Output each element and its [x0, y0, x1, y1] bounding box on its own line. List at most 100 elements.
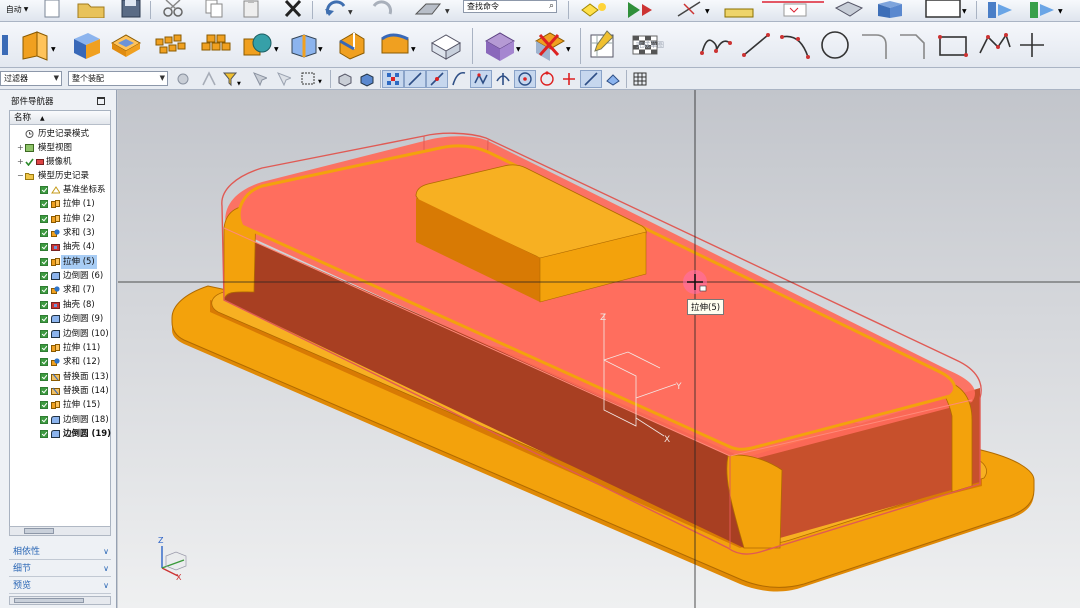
select-all-button[interactable]	[248, 70, 270, 88]
delete-face-button[interactable]: ▼	[528, 28, 576, 62]
redo-button[interactable]	[364, 0, 400, 18]
delete-button[interactable]	[280, 0, 306, 18]
background-button[interactable]: ▼	[922, 0, 970, 18]
checkbox-checked-icon[interactable]	[40, 214, 48, 223]
type-filter-select[interactable]: 过滤器 ▼	[0, 71, 62, 86]
line-button[interactable]	[738, 28, 774, 62]
expand-plus-icon[interactable]: +	[17, 141, 24, 155]
assembly-filter-select[interactable]: 整个装配 ▼	[68, 71, 168, 86]
checkbox-checked-icon[interactable]	[40, 315, 48, 324]
tree-item-feature[interactable]: 边倒圆 (6)	[10, 269, 110, 283]
circle-button[interactable]	[816, 28, 854, 62]
scrollbar-thumb[interactable]	[24, 528, 54, 534]
tree-item-feature[interactable]: 边倒圆 (19)	[10, 427, 111, 441]
chamfer-button[interactable]	[424, 28, 468, 62]
ruler-button[interactable]	[722, 0, 756, 18]
checkbox-checked-icon[interactable]	[40, 186, 48, 194]
profile-button[interactable]	[696, 28, 736, 62]
collapse-minus-icon[interactable]: −	[17, 169, 24, 183]
face-filter-button[interactable]	[334, 70, 356, 88]
tree-item-feature[interactable]: 拉伸 (11)	[10, 341, 110, 355]
block-button[interactable]	[66, 28, 106, 62]
unite-button[interactable]: ▼	[238, 28, 286, 62]
deselect-button[interactable]	[272, 70, 294, 88]
tree-item-feature[interactable]: 边倒圆 (18)	[10, 413, 110, 427]
tree-item-feature[interactable]: 替换面 (14)	[10, 384, 110, 398]
next-view-button[interactable]: ▼	[1024, 0, 1070, 18]
save-button[interactable]	[116, 0, 146, 18]
offset-face-button[interactable]: ▼	[478, 28, 526, 62]
body-filter-button[interactable]	[356, 70, 378, 88]
snap-existing-point-button[interactable]	[558, 70, 580, 88]
point-button[interactable]	[1014, 28, 1050, 62]
tree-item-feature[interactable]: 求和 (7)	[10, 283, 110, 297]
snap-control-point-button[interactable]	[470, 70, 492, 88]
tree-item-model-history[interactable]: − 模型历史记录	[10, 169, 110, 183]
tree-item-feature[interactable]: 拉伸 (2)	[10, 212, 110, 226]
checkbox-checked-icon[interactable]	[40, 243, 48, 252]
tree-item-feature[interactable]: 抽壳 (4)	[10, 240, 110, 254]
show-hide-button[interactable]	[576, 0, 616, 18]
tree-item-feature[interactable]: 边倒圆 (9)	[10, 312, 110, 326]
checkbox-checked-icon[interactable]	[40, 200, 48, 209]
tree-item-feature[interactable]: 拉伸 (15)	[10, 398, 110, 412]
measure-button[interactable]: ▼	[672, 0, 716, 18]
selection-scope-button[interactable]	[172, 70, 194, 88]
maximize-icon[interactable]	[97, 97, 105, 105]
copy-button[interactable]	[200, 0, 228, 18]
tree-item-feature[interactable]: 拉伸 (5)	[10, 254, 110, 269]
view-orient-button[interactable]	[620, 0, 666, 18]
graphics-viewport[interactable]: Z Y X Z X 拉伸(5)	[118, 90, 1080, 608]
section-preview[interactable]: 预览 ∨	[9, 578, 111, 594]
edge-blend-button[interactable]: ▼	[376, 28, 422, 62]
checkbox-checked-icon[interactable]	[40, 386, 48, 395]
checkbox-checked-icon[interactable]	[40, 300, 48, 309]
sketch-button[interactable]	[586, 28, 622, 62]
grid-button[interactable]	[630, 70, 650, 88]
cut-button[interactable]	[156, 0, 190, 18]
tree-item-feature[interactable]: 边倒圆 (10)	[10, 327, 110, 341]
tree-item-feature[interactable]: 抽壳 (8)	[10, 298, 110, 312]
tree-item-feature[interactable]: 替换面 (13)	[10, 370, 110, 384]
checkbox-checked-icon[interactable]	[40, 401, 48, 410]
prev-view-button[interactable]	[982, 0, 1022, 18]
chamfer-sketch-button[interactable]	[894, 28, 930, 62]
trim-button[interactable]: ▼	[284, 28, 328, 62]
checkbox-checked-icon[interactable]	[40, 229, 48, 238]
rectangle-button[interactable]	[934, 28, 974, 62]
filter-button[interactable]: ▼	[220, 70, 244, 88]
snap-point-on-curve-button[interactable]	[580, 70, 602, 88]
tree-item-feature[interactable]: 求和 (12)	[10, 355, 110, 369]
panel-scrollbar[interactable]	[9, 596, 111, 605]
snap-midpoint-button[interactable]	[426, 70, 448, 88]
tree-item-feature[interactable]: 基准坐标系	[10, 183, 110, 197]
paste-button[interactable]	[238, 0, 266, 18]
feature-button[interactable]	[0, 30, 14, 60]
mode-menu[interactable]: 自动 ▼	[2, 2, 32, 16]
checkbox-checked-icon[interactable]	[40, 272, 48, 281]
snap-line-button[interactable]	[404, 70, 426, 88]
checkbox-checked-icon[interactable]	[40, 257, 48, 266]
snap-curve-button[interactable]	[448, 70, 470, 88]
checkbox-checked-icon[interactable]	[40, 372, 48, 381]
snap-quadrant-button[interactable]	[536, 70, 558, 88]
shell-button[interactable]	[106, 28, 146, 62]
snap-button[interactable]	[198, 70, 220, 88]
section-dependencies[interactable]: 相依性 ∨	[9, 544, 111, 560]
arc-button[interactable]	[776, 28, 816, 62]
draft-button[interactable]	[332, 28, 372, 62]
tree-item-cameras[interactable]: + 摄像机	[10, 155, 110, 169]
command-finder-button[interactable]: ▼	[410, 0, 458, 18]
snap-endpoint-button[interactable]	[382, 70, 404, 88]
scrollbar-thumb[interactable]	[14, 598, 84, 603]
polygon-button[interactable]	[974, 28, 1014, 62]
array-button[interactable]	[196, 28, 236, 62]
snap-center-button[interactable]	[514, 70, 536, 88]
checkbox-checked-icon[interactable]	[40, 343, 48, 352]
view-triad[interactable]	[161, 546, 187, 577]
tree-item-model-views[interactable]: + 模型视图	[10, 141, 110, 155]
column-header-name[interactable]: 名称 ▲	[10, 111, 110, 125]
checkbox-checked-icon[interactable]	[40, 286, 48, 295]
checkbox-checked-icon[interactable]	[40, 415, 48, 424]
checkbox-checked-icon[interactable]	[40, 358, 48, 367]
